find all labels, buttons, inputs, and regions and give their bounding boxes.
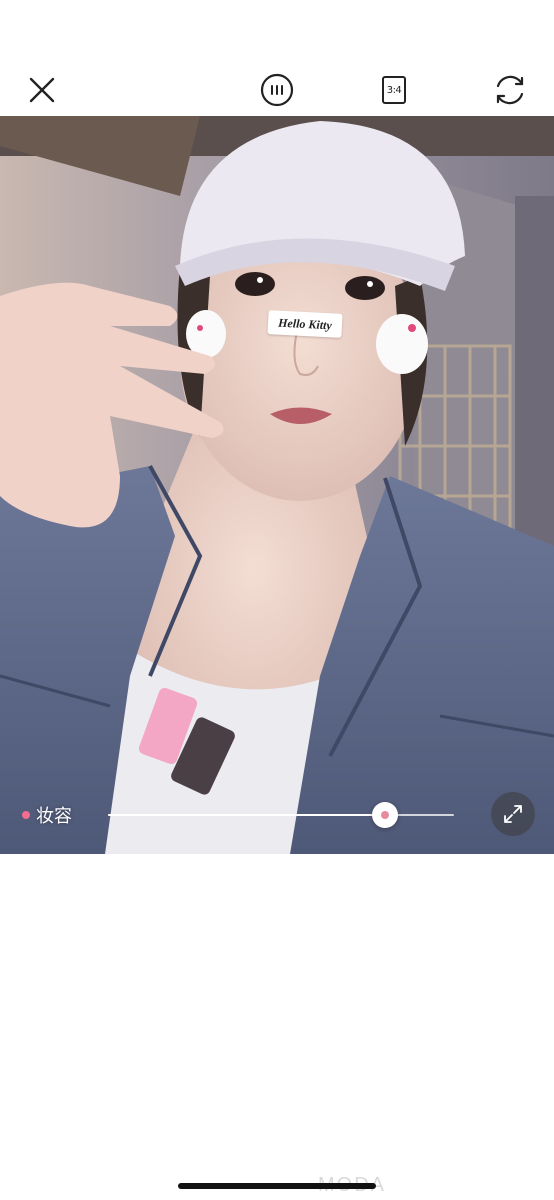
aspect-ratio-button[interactable]: 3:4 xyxy=(374,70,414,110)
slider-thumb-dot xyxy=(380,811,389,819)
makeup-intensity-slider[interactable] xyxy=(108,802,454,828)
grid-button[interactable] xyxy=(257,70,297,110)
makeup-label: 妆容 xyxy=(36,806,72,826)
close-icon xyxy=(29,77,55,103)
makeup-label-group: 妆容 xyxy=(22,802,72,828)
hello-kitty-sticker: Hello Kitty xyxy=(267,310,343,338)
flip-camera-icon xyxy=(496,75,524,105)
home-indicator[interactable] xyxy=(178,1183,376,1189)
right-cheek-sticker xyxy=(376,314,428,374)
flip-camera-button[interactable] xyxy=(490,70,530,110)
close-button[interactable] xyxy=(22,70,62,110)
expand-icon xyxy=(504,805,522,823)
grid-icon xyxy=(260,73,294,107)
slider-fill xyxy=(108,814,385,816)
selfie-image xyxy=(0,116,554,854)
makeup-indicator-dot xyxy=(22,811,30,819)
slider-thumb[interactable] xyxy=(371,802,398,828)
expand-button[interactable] xyxy=(491,792,535,836)
top-toolbar: 3:4 xyxy=(0,60,554,120)
sticker-text: Hello Kitty xyxy=(277,315,333,332)
photo-preview[interactable]: Hello Kitty xyxy=(0,116,554,854)
aspect-ratio-icon: 3:4 xyxy=(382,76,406,104)
